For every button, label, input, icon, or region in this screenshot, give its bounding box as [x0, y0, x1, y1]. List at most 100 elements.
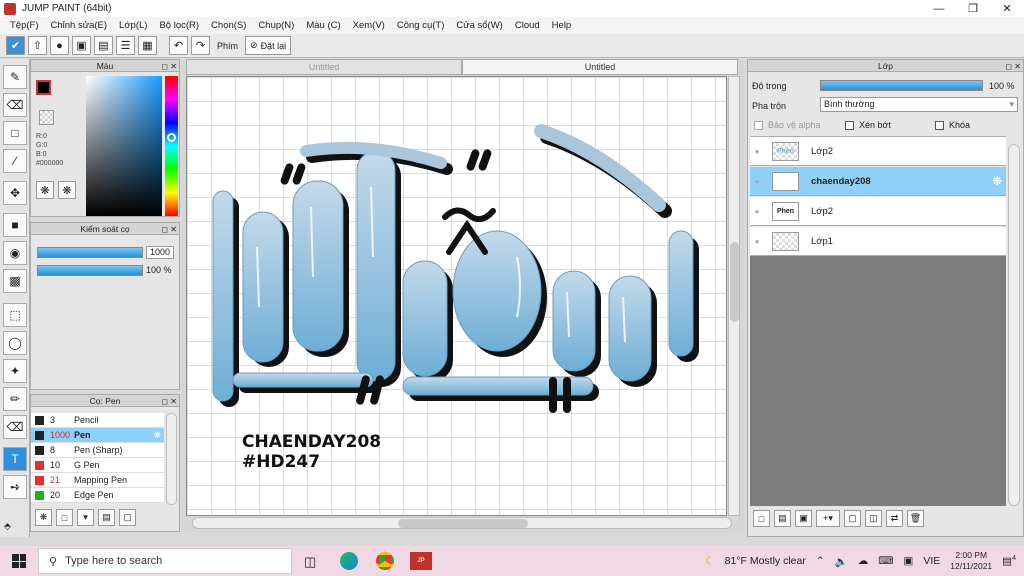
menu-filter[interactable]: Bộ lọc(R) [153, 20, 205, 31]
folder-icon[interactable]: ▢ [119, 509, 136, 526]
new-brush-icon[interactable]: □ [56, 509, 73, 526]
close-icon[interactable]: ✕ [990, 0, 1024, 17]
brush-menu-icon[interactable]: ▾ [77, 509, 94, 526]
menu-layer[interactable]: Lớp(L) [113, 20, 153, 31]
brush-item-g-pen[interactable]: 10 G Pen [31, 458, 164, 473]
cloud-icon[interactable]: ☁ [858, 555, 869, 567]
fill-rect-tool-icon[interactable]: ■ [3, 213, 27, 237]
horizontal-scroll-thumb[interactable] [398, 519, 528, 528]
menu-file[interactable]: Tệp(F) [4, 20, 45, 31]
line-tool-icon[interactable]: ∕ [3, 149, 27, 173]
export-icon[interactable]: ⇧ [28, 36, 47, 55]
brush-size-value[interactable]: 1000 [146, 246, 174, 259]
collapse-icon[interactable]: ⬘ [4, 521, 11, 532]
layer-item[interactable]: ● Lớp1 [750, 227, 1006, 256]
visibility-icon[interactable]: ● [750, 177, 764, 186]
chevron-up-icon[interactable]: ⌃ [816, 555, 825, 567]
layer-opacity-slider[interactable] [820, 80, 983, 91]
lock-checkbox[interactable]: Khóa [935, 120, 970, 131]
tab-untitled-1[interactable]: Untitled [186, 59, 462, 75]
menu-capture[interactable]: Chụp(N) [252, 20, 300, 31]
brush-item-pen[interactable]: 1000 Pen ❋ [31, 428, 164, 443]
foreground-color-swatch[interactable] [36, 80, 51, 95]
message-icon[interactable]: ▣ [72, 36, 91, 55]
reset-button[interactable]: ⊘ Đặt lại [245, 36, 292, 55]
menu-help[interactable]: Help [546, 20, 578, 31]
eraser-tool-icon[interactable]: ⌫ [3, 93, 27, 117]
panel-buttons-icon[interactable]: ◻ ✕ [161, 224, 177, 236]
canvas-horizontal-scrollbar[interactable] [192, 517, 732, 529]
brush-item-edge-pen[interactable]: 20 Edge Pen [31, 488, 164, 503]
hue-handle[interactable] [167, 133, 176, 142]
language-indicator[interactable]: VIE [923, 555, 940, 567]
layer-folder-icon[interactable]: ▢ [844, 510, 861, 527]
windows-start-icon[interactable] [12, 554, 26, 568]
new-layer-icon[interactable]: □ [753, 510, 770, 527]
layer-duplicate-icon[interactable]: ▣ [795, 510, 812, 527]
palette-icon[interactable]: ❋ [36, 181, 54, 199]
notification-icon[interactable]: ▤4 [1002, 555, 1016, 568]
brush-size-slider[interactable] [37, 247, 143, 258]
magic-wand-icon[interactable]: ✦ [3, 359, 27, 383]
select-pen-icon[interactable]: ✏ [3, 387, 27, 411]
canvas-vertical-scrollbar[interactable] [728, 76, 740, 516]
add-layer-menu-icon[interactable]: +▾ [816, 510, 840, 527]
lasso-icon[interactable]: ◯ [3, 331, 27, 355]
volume-icon[interactable]: 🔈 [835, 555, 848, 568]
menu-select[interactable]: Chọn(S) [205, 20, 252, 31]
text-tool-icon[interactable]: T [3, 447, 27, 471]
layer-item[interactable]: ● Phen Lớp2 [750, 137, 1006, 166]
transparent-swatch[interactable] [39, 110, 54, 125]
menu-color[interactable]: Màu (C) [300, 20, 346, 31]
brush-opacity-slider[interactable] [37, 265, 143, 276]
gear-icon[interactable]: ❋ [992, 174, 1002, 188]
brush-item-pen-sharp[interactable]: 8 Pen (Sharp) [31, 443, 164, 458]
select-rect-icon[interactable]: ⬚ [3, 303, 27, 327]
blend-mode-select[interactable]: Bình thường ▾ [820, 97, 1018, 112]
menu-tools[interactable]: Công cụ(T) [391, 20, 451, 31]
menu-view[interactable]: Xem(V) [347, 20, 391, 31]
menu-window[interactable]: Cửa sổ(W) [450, 20, 508, 31]
menu-cloud[interactable]: Cloud [509, 20, 546, 31]
maximize-icon[interactable]: ❐ [956, 0, 990, 17]
grid-icon[interactable]: ▦ [138, 36, 157, 55]
copy-brush-icon[interactable]: ▤ [98, 509, 115, 526]
panel-buttons-icon[interactable]: ◻ ✕ [1005, 61, 1021, 73]
document-icon[interactable]: ▤ [94, 36, 113, 55]
gear-icon[interactable]: ❋ [153, 430, 161, 441]
menu-edit[interactable]: Chỉnh sửa(E) [45, 20, 114, 31]
list-icon[interactable]: ☰ [116, 36, 135, 55]
edge-browser-icon[interactable] [340, 552, 358, 570]
palette-settings-icon[interactable]: ❋ [58, 181, 76, 199]
layer-transfer-icon[interactable]: ⇄ [886, 510, 903, 527]
network-icon[interactable]: ▣ [903, 555, 913, 567]
protect-alpha-checkbox[interactable]: Bảo vệ alpha [754, 120, 821, 131]
check-icon[interactable]: ✔ [6, 36, 25, 55]
clock[interactable]: 2:00 PM 12/11/2021 [950, 550, 992, 572]
rect-tool-icon[interactable]: □ [3, 121, 27, 145]
visibility-icon[interactable]: ● [750, 207, 764, 216]
taskbar-search-box[interactable]: ⚲ Type here to search [38, 548, 292, 574]
clip-checkbox[interactable]: Xén bớt [845, 120, 891, 131]
brush-settings-icon[interactable]: ❋ [35, 509, 52, 526]
task-view-icon[interactable]: ◫ [304, 554, 316, 570]
panel-buttons-icon[interactable]: ◻ ✕ [161, 396, 177, 408]
layer-item[interactable]: ● Phen Lớp2 [750, 197, 1006, 226]
brush-tool-icon[interactable]: ✎ [3, 65, 27, 89]
brush-item-pencil[interactable]: 3 Pencil [31, 413, 164, 428]
select-eraser-icon[interactable]: ⌫ [3, 415, 27, 439]
undo-icon[interactable]: ↶ [169, 36, 188, 55]
vertical-scroll-thumb[interactable] [730, 242, 739, 322]
tab-untitled-2[interactable]: Untitled [462, 59, 738, 75]
layer-merge-icon[interactable]: ◫ [865, 510, 882, 527]
redo-icon[interactable]: ↷ [191, 36, 210, 55]
keyboard-icon[interactable]: ⌨ [878, 555, 893, 567]
eyedropper-icon[interactable]: ➺ [3, 475, 27, 499]
panel-buttons-icon[interactable]: ◻ ✕ [161, 61, 177, 73]
brush-item-mapping-pen[interactable]: 21 Mapping Pen [31, 473, 164, 488]
saturation-value-picker[interactable] [86, 76, 162, 216]
visibility-icon[interactable]: ● [750, 237, 764, 246]
layer-copy-icon[interactable]: ▤ [774, 510, 791, 527]
layer-item-selected[interactable]: ● chaenday208 ❋ [750, 167, 1006, 196]
visibility-icon[interactable]: ● [750, 147, 764, 156]
